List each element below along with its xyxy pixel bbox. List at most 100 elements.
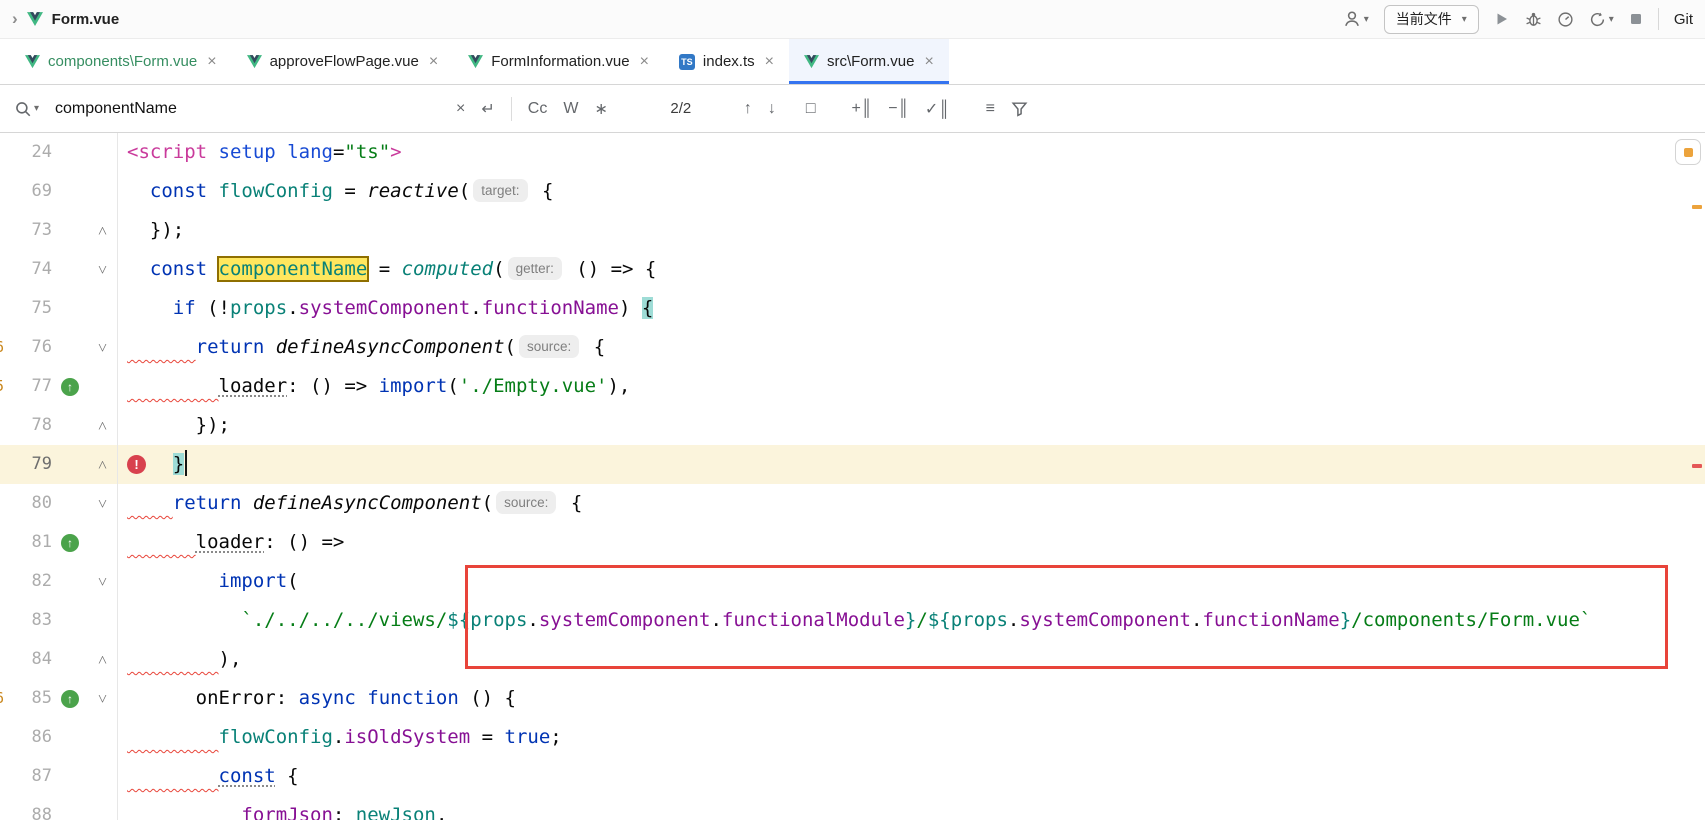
line-number[interactable]: 76	[0, 328, 52, 367]
filter-icon[interactable]	[1011, 100, 1028, 117]
clear-search-icon[interactable]: ×	[456, 100, 465, 118]
parameter-hint[interactable]: getter:	[508, 257, 562, 280]
line-number[interactable]: 87	[0, 757, 52, 796]
tab-components-form-vue[interactable]: components\Form.vue×	[10, 39, 232, 84]
parameter-hint[interactable]: source:	[496, 491, 556, 514]
error-stripe-warning-mark[interactable]	[1692, 205, 1702, 209]
line-number[interactable]: 83	[0, 601, 52, 640]
fold-down-icon[interactable]: ˅	[88, 250, 118, 289]
search-input[interactable]: componentName	[55, 100, 440, 118]
code-line-80[interactable]: 80˅ return defineAsyncComponent(source: …	[0, 484, 1705, 523]
line-number[interactable]: 73	[0, 211, 52, 250]
parameter-hint[interactable]: source:	[519, 335, 579, 358]
code-token: {	[559, 492, 582, 514]
code-line-82[interactable]: 82˅ import(	[0, 562, 1705, 601]
line-number[interactable]: 69	[0, 172, 52, 211]
close-icon[interactable]: ×	[640, 53, 649, 71]
code-line-83[interactable]: 83 `./../../../views/${props.systemCompo…	[0, 601, 1705, 640]
code-line-77[interactable]: 577↑ loader: () => import('./Empty.vue')…	[0, 367, 1705, 406]
previous-match-button[interactable]: ↑	[744, 100, 752, 118]
edge-digit: 5	[0, 367, 4, 406]
code-line-69[interactable]: 69 const flowConfig = reactive(target: {	[0, 172, 1705, 211]
fold-down-icon[interactable]: ˅	[88, 562, 118, 601]
newline-icon[interactable]: ↵	[481, 99, 494, 119]
gutter-marker-icon[interactable]: ↑	[61, 690, 79, 708]
add-occurrence-button[interactable]: +║	[852, 100, 873, 118]
line-number[interactable]: 85	[0, 679, 52, 718]
gutter-icon-lane: ↑	[52, 523, 88, 562]
code-line-86[interactable]: 86 flowConfig.isOldSystem = true;	[0, 718, 1705, 757]
line-number[interactable]: 77	[0, 367, 52, 406]
code-token: const	[150, 258, 207, 280]
code-line-88[interactable]: 88 formJson: newJson,	[0, 796, 1705, 820]
code-line-76[interactable]: 676˅ return defineAsyncComponent(source:…	[0, 328, 1705, 367]
code-line-79[interactable]: 79˄! }	[0, 445, 1705, 484]
gutter-icon-lane: ↑	[52, 367, 88, 406]
code-line-81[interactable]: 81↑ loader: () =>	[0, 523, 1705, 562]
fold-up-icon[interactable]: ˄	[88, 406, 118, 445]
fold-down-icon[interactable]: ˅	[88, 484, 118, 523]
tab-forminformation-vue[interactable]: FormInformation.vue×	[453, 39, 664, 84]
next-match-button[interactable]: ↓	[768, 100, 776, 118]
line-number[interactable]: 84	[0, 640, 52, 679]
line-number[interactable]: 75	[0, 289, 52, 328]
code-line-24[interactable]: 24<script setup lang="ts">	[0, 133, 1705, 172]
fold-down-icon[interactable]: ˅	[88, 679, 118, 718]
fold-up-icon[interactable]: ˄	[88, 445, 118, 484]
line-number[interactable]: 88	[0, 796, 52, 820]
error-stripe-error-mark[interactable]	[1692, 464, 1702, 468]
gutter-marker-icon[interactable]: ↑	[61, 378, 79, 396]
profile-menu-button[interactable]: ▾	[1343, 10, 1369, 28]
search-options-icon[interactable]: ≡	[986, 100, 995, 118]
code-line-85[interactable]: 685↑˅ onError: async function () {	[0, 679, 1705, 718]
regex-toggle[interactable]: ∗	[594, 99, 607, 119]
line-number[interactable]: 78	[0, 406, 52, 445]
line-number[interactable]: 82	[0, 562, 52, 601]
inspections-widget[interactable]	[1675, 139, 1701, 165]
debug-button[interactable]	[1525, 11, 1542, 28]
close-icon[interactable]: ×	[924, 53, 933, 71]
select-all-occurrences-button[interactable]: ✓║	[925, 99, 950, 119]
git-menu[interactable]: Git	[1674, 11, 1693, 28]
stop-button[interactable]	[1629, 12, 1643, 26]
profiler-button[interactable]	[1557, 11, 1574, 28]
match-case-toggle[interactable]: Cc	[528, 100, 548, 118]
error-icon[interactable]: !	[127, 455, 146, 474]
code-line-74[interactable]: 74˅ const componentName = computed(gette…	[0, 250, 1705, 289]
code-token: loader	[196, 531, 265, 553]
gutter-icon-lane: ↑	[52, 679, 88, 718]
run-button[interactable]	[1494, 11, 1510, 27]
fold-down-icon[interactable]: ˅	[88, 328, 118, 367]
code-line-84[interactable]: 84˄ ),	[0, 640, 1705, 679]
search-icon[interactable]: ▾	[14, 100, 39, 118]
close-icon[interactable]: ×	[207, 53, 216, 71]
code-line-75[interactable]: 75 if (!props.systemComponent.functionNa…	[0, 289, 1705, 328]
whole-words-toggle[interactable]: W	[563, 100, 578, 118]
parameter-hint[interactable]: target:	[473, 179, 527, 202]
close-icon[interactable]: ×	[429, 53, 438, 71]
line-number[interactable]: 80	[0, 484, 52, 523]
tab-src-form-vue[interactable]: src\Form.vue×	[789, 39, 949, 84]
remove-occurrence-button[interactable]: −║	[888, 100, 909, 118]
code-token: reactive	[367, 180, 459, 202]
code-token: functionName	[1202, 609, 1339, 631]
line-number[interactable]: 86	[0, 718, 52, 757]
tab-index-ts[interactable]: TSindex.ts×	[664, 39, 789, 84]
search-in-selection-toggle[interactable]: □	[806, 100, 816, 118]
gutter-marker-icon[interactable]: ↑	[61, 534, 79, 552]
rerun-button[interactable]: ▾	[1589, 11, 1614, 28]
fold-up-icon[interactable]: ˄	[88, 640, 118, 679]
line-number[interactable]: 24	[0, 133, 52, 172]
run-configuration-selector[interactable]: 当前文件 ▾	[1384, 5, 1479, 34]
line-number[interactable]: 79	[0, 445, 52, 484]
line-number[interactable]: 81	[0, 523, 52, 562]
line-number[interactable]: 74	[0, 250, 52, 289]
close-icon[interactable]: ×	[765, 53, 774, 71]
code-line-87[interactable]: 87 const {	[0, 757, 1705, 796]
indent	[127, 687, 196, 709]
code-line-78[interactable]: 78˄ });	[0, 406, 1705, 445]
tab-approveflowpage-vue[interactable]: approveFlowPage.vue×	[232, 39, 454, 84]
code-token: flowConfig	[219, 180, 333, 202]
code-line-73[interactable]: 73˄ });	[0, 211, 1705, 250]
fold-up-icon[interactable]: ˄	[88, 211, 118, 250]
